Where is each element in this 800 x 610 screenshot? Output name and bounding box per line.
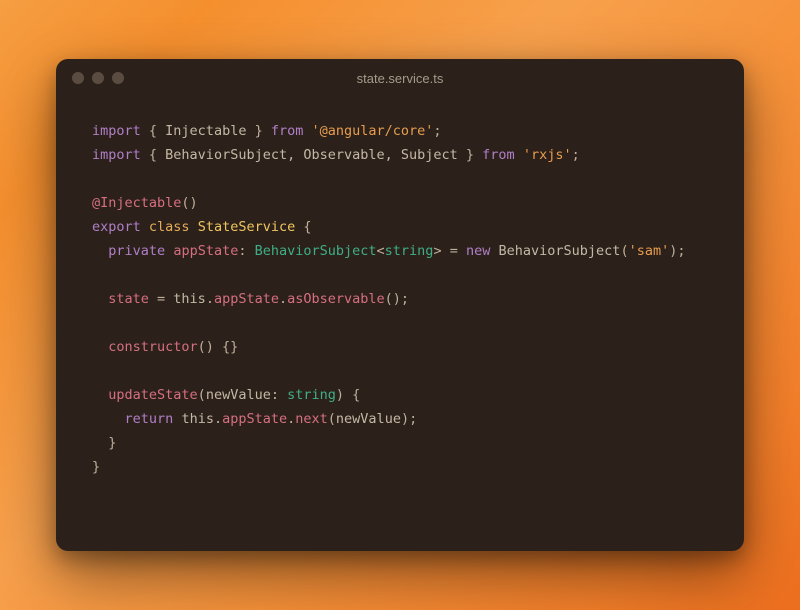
token-indent	[92, 339, 108, 355]
token-punct: ();	[385, 291, 409, 307]
token-decorator: @Injectable	[92, 195, 181, 211]
token-punct: );	[669, 243, 685, 259]
token-param: newValue	[336, 411, 401, 427]
token-indent	[92, 291, 108, 307]
token-punct: {	[141, 147, 165, 163]
token-punct: <	[377, 243, 385, 259]
token-punct: {	[295, 219, 311, 235]
token-type: string	[287, 387, 336, 403]
token-keyword: import	[92, 147, 141, 163]
token-property: state	[108, 291, 149, 307]
token-property: appState	[173, 243, 238, 259]
window-controls	[72, 72, 124, 84]
token-ident: Injectable	[165, 123, 246, 139]
token-this: this	[181, 411, 214, 427]
token-keyword: from	[482, 147, 515, 163]
token-punct: );	[401, 411, 417, 427]
token-indent	[92, 435, 108, 451]
token-property: appState	[214, 291, 279, 307]
token-space	[141, 219, 149, 235]
close-icon[interactable]	[72, 72, 84, 84]
token-punct: }	[246, 123, 270, 139]
token-method: constructor	[108, 339, 197, 355]
token-method: asObservable	[287, 291, 385, 307]
token-punct: .	[214, 411, 222, 427]
token-property: appState	[222, 411, 287, 427]
token-type: string	[385, 243, 434, 259]
token-ident: BehaviorSubject	[499, 243, 621, 259]
token-classname: StateService	[198, 219, 296, 235]
token-punct: ()	[181, 195, 197, 211]
token-string: 'sam'	[629, 243, 670, 259]
token-ident: BehaviorSubject, Observable, Subject	[165, 147, 458, 163]
token-this: this	[173, 291, 206, 307]
token-indent	[92, 387, 108, 403]
token-punct: :	[271, 387, 287, 403]
token-string: '@angular/core'	[312, 123, 434, 139]
token-punct: =	[442, 243, 466, 259]
token-punct: {	[141, 123, 165, 139]
token-string: 'rxjs'	[523, 147, 572, 163]
code-content: import { Injectable } from '@angular/cor…	[56, 97, 744, 551]
token-punct: .	[279, 291, 287, 307]
titlebar: state.service.ts	[56, 59, 744, 97]
token-keyword: from	[271, 123, 304, 139]
token-punct: }	[92, 459, 100, 475]
token-type: BehaviorSubject	[255, 243, 377, 259]
token-punct: :	[238, 243, 254, 259]
token-punct: =	[149, 291, 173, 307]
token-indent	[92, 411, 125, 427]
window-title: state.service.ts	[56, 71, 744, 86]
token-keyword: export	[92, 219, 141, 235]
minimize-icon[interactable]	[92, 72, 104, 84]
token-punct: (	[620, 243, 628, 259]
token-space	[490, 243, 498, 259]
token-method: next	[295, 411, 328, 427]
token-space	[303, 123, 311, 139]
token-punct: ;	[433, 123, 441, 139]
maximize-icon[interactable]	[112, 72, 124, 84]
token-punct: ) {	[336, 387, 360, 403]
token-punct: .	[206, 291, 214, 307]
token-punct: (	[198, 387, 206, 403]
token-keyword: new	[466, 243, 490, 259]
token-space	[515, 147, 523, 163]
token-keyword: return	[125, 411, 174, 427]
token-punct: }	[458, 147, 482, 163]
token-space	[190, 219, 198, 235]
token-method: updateState	[108, 387, 197, 403]
token-punct: }	[108, 435, 116, 451]
token-keyword: private	[108, 243, 165, 259]
token-punct: (	[328, 411, 336, 427]
token-punct: >	[433, 243, 441, 259]
token-punct: () {}	[198, 339, 239, 355]
code-window: state.service.ts import { Injectable } f…	[56, 59, 744, 551]
token-keyword: class	[149, 219, 190, 235]
token-param: newValue	[206, 387, 271, 403]
token-indent	[92, 243, 108, 259]
token-keyword: import	[92, 123, 141, 139]
token-punct: ;	[572, 147, 580, 163]
